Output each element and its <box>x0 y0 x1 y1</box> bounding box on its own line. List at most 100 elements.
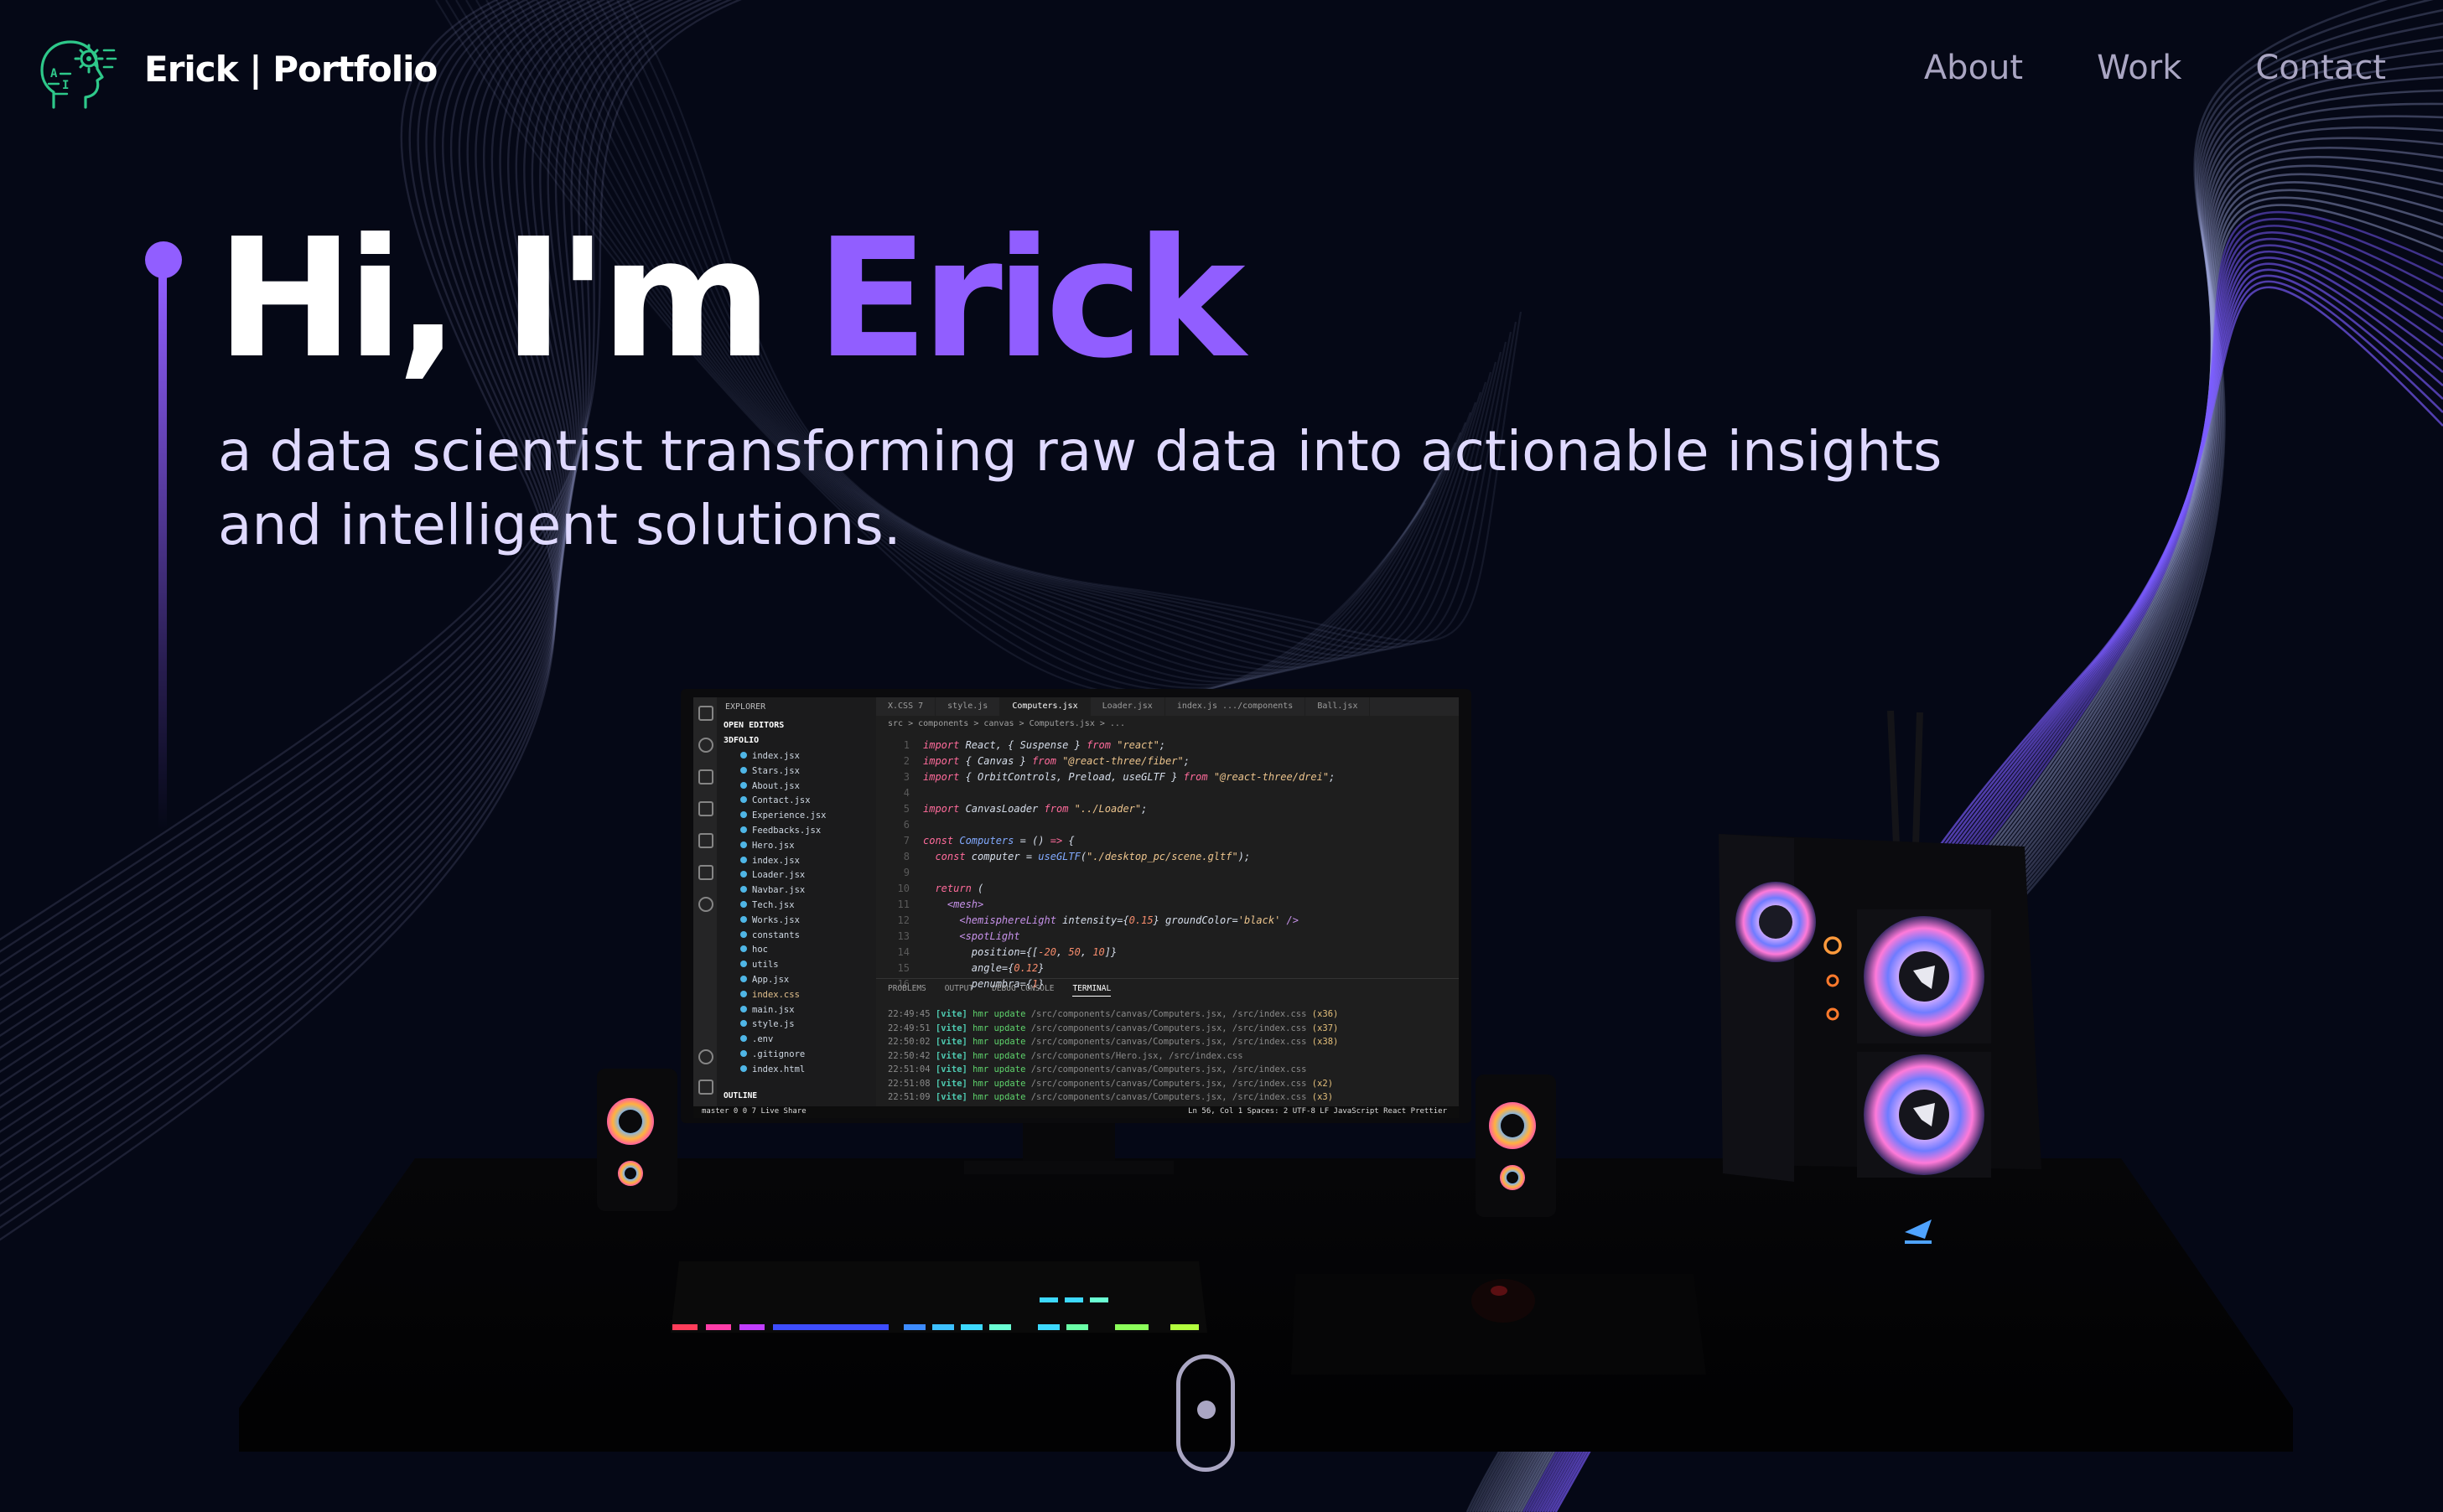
file-tree-item[interactable]: index.html <box>740 1063 827 1078</box>
file-name: index.jsx <box>752 855 800 866</box>
terminal-count: (x37) <box>1311 1023 1339 1033</box>
file-tree-item[interactable]: .gitignore <box>740 1048 827 1063</box>
file-tree-item[interactable]: About.jsx <box>740 779 827 795</box>
terminal-source: [vite] <box>935 1037 973 1047</box>
file-tree-item[interactable]: utils <box>740 958 827 973</box>
code-editor[interactable]: 1 import React, { Suspense } from "react"… <box>876 733 1446 1001</box>
panel-tab[interactable]: OUTPUT <box>945 979 973 997</box>
extensions-icon[interactable] <box>698 833 713 848</box>
terminal-line: 22:51:08 [vite] hmr update /src/componen… <box>876 1077 1459 1091</box>
timeline-icon[interactable] <box>698 897 713 912</box>
file-tree-item[interactable]: .env <box>740 1033 827 1048</box>
code-line: 10 return ( <box>897 883 984 894</box>
file-name: About.jsx <box>752 780 800 791</box>
file-tree-item[interactable]: Navbar.jsx <box>740 883 827 898</box>
file-name: .gitignore <box>752 1049 806 1059</box>
file-tree-item[interactable]: Hero.jsx <box>740 839 827 854</box>
status-right[interactable]: Ln 56, Col 1 Spaces: 2 UTF-8 LF JavaScri… <box>1188 1107 1447 1116</box>
file-tree-item[interactable]: Loader.jsx <box>740 868 827 883</box>
terminal-line: 22:49:51 [vite] hmr update /src/componen… <box>876 1022 1459 1036</box>
file-name: utils <box>752 960 779 971</box>
remote-icon[interactable] <box>698 865 713 880</box>
file-tree-item[interactable]: Feedbacks.jsx <box>740 824 827 839</box>
terminal-source: [vite] <box>935 1092 973 1102</box>
panel-tab[interactable]: PROBLEMS <box>888 979 926 997</box>
code-line: 13 <spotLight <box>897 930 1020 942</box>
editor-explorer: EXPLORER OPEN EDITORS 3DFOLIO index.jsx S… <box>717 697 876 1106</box>
file-icon <box>740 752 747 759</box>
settings-gear-icon[interactable] <box>698 1080 713 1095</box>
status-left[interactable]: master 0 0 7 Live Share <box>702 1107 807 1116</box>
code-line: 14 position={[-20, 50, 10]} <box>897 946 1118 958</box>
file-icon <box>740 1035 747 1043</box>
editor-tab[interactable]: X.CSS 7 <box>876 697 936 716</box>
file-name: hoc <box>752 945 768 955</box>
file-icon <box>740 781 747 789</box>
terminal-file: /src/components/canvas/Computers.jsx, /s… <box>1030 1064 1307 1074</box>
file-tree-item[interactable]: App.jsx <box>740 973 827 988</box>
terminal-event: hmr update <box>973 1064 1031 1074</box>
file-tree-item[interactable]: hoc <box>740 943 827 958</box>
code-line: 9 <box>903 867 910 878</box>
monitor-base <box>964 1161 1174 1174</box>
file-tree-item[interactable]: Stars.jsx <box>740 764 827 779</box>
file-tree-item[interactable]: Experience.jsx <box>740 809 827 824</box>
left-speaker <box>597 1069 677 1211</box>
file-icon <box>740 856 747 863</box>
source-control-icon[interactable] <box>698 769 713 784</box>
terminal-source: [vite] <box>935 1078 973 1089</box>
code-line: 7 const Computers = () => { <box>903 835 1075 847</box>
file-icon <box>740 826 747 833</box>
terminal-count: (x2) <box>1311 1078 1334 1089</box>
files-icon[interactable] <box>698 706 713 721</box>
terminal-line: 22:51:09 [vite] hmr update /src/componen… <box>876 1090 1459 1105</box>
terminal-time: 22:49:45 <box>888 1009 936 1019</box>
search-icon[interactable] <box>698 738 713 753</box>
terminal-source: [vite] <box>935 1064 973 1074</box>
panel-tab[interactable]: DEBUG CONSOLE <box>992 979 1054 997</box>
file-name: index.jsx <box>752 751 800 761</box>
file-tree-item[interactable]: Contact.jsx <box>740 794 827 809</box>
file-tree-item[interactable]: Works.jsx <box>740 914 827 929</box>
terminal-count: (x38) <box>1311 1037 1339 1047</box>
file-icon <box>740 975 747 982</box>
file-tree-item[interactable]: Tech.jsx <box>740 898 827 914</box>
scroll-dot <box>1197 1401 1216 1419</box>
terminal-output[interactable]: 22:49:45 [vite] hmr update /src/componen… <box>876 1007 1459 1105</box>
run-debug-icon[interactable] <box>698 801 713 816</box>
terminal-event: hmr update <box>973 1023 1031 1033</box>
file-tree-item[interactable]: main.jsx <box>740 1003 827 1018</box>
editor-tab[interactable]: Loader.jsx <box>1091 697 1165 716</box>
account-icon[interactable] <box>698 1049 713 1064</box>
editor-tab[interactable]: index.js .../components <box>1165 697 1306 716</box>
editor-tab[interactable]: Computers.jsx <box>1000 697 1091 716</box>
file-tree-item[interactable]: index.jsx <box>740 749 827 764</box>
terminal-file: /src/components/canvas/Computers.jsx, /s… <box>1030 1023 1312 1033</box>
code-line: 1 import React, { Suspense } from "react"… <box>903 739 1166 751</box>
panel-tab[interactable]: TERMINAL <box>1072 979 1112 997</box>
code-line: 15 angle={0.12} <box>897 962 1045 974</box>
desk-surface <box>239 1158 2293 1408</box>
editor-tab[interactable]: Ball.jsx <box>1305 697 1371 716</box>
terminal-event: hmr update <box>973 1009 1031 1019</box>
file-icon <box>740 945 747 953</box>
project-folder[interactable]: 3DFOLIO <box>724 736 759 745</box>
terminal-line: 22:49:45 [vite] hmr update /src/componen… <box>876 1007 1459 1022</box>
file-icon <box>740 930 747 938</box>
file-name: Works.jsx <box>752 914 800 925</box>
open-editors-label[interactable]: OPEN EDITORS <box>724 721 784 730</box>
file-tree-item[interactable]: constants <box>740 929 827 944</box>
terminal-line: 22:50:42 [vite] hmr update /src/componen… <box>876 1049 1459 1064</box>
file-tree-item[interactable]: style.js <box>740 1017 827 1033</box>
scroll-mouse-icon[interactable] <box>1176 1354 1235 1472</box>
terminal-time: 22:50:02 <box>888 1037 936 1047</box>
file-tree-item[interactable]: index.jsx <box>740 854 827 869</box>
outline-label[interactable]: OUTLINE <box>724 1091 757 1100</box>
terminal-count: (x36) <box>1311 1009 1339 1019</box>
terminal-time: 22:51:09 <box>888 1092 936 1102</box>
editor-tab[interactable]: style.js <box>936 697 1001 716</box>
desk-front <box>239 1408 2293 1452</box>
file-name: Tech.jsx <box>752 899 795 910</box>
terminal-event: hmr update <box>973 1037 1031 1047</box>
file-tree-item[interactable]: index.css <box>740 988 827 1003</box>
